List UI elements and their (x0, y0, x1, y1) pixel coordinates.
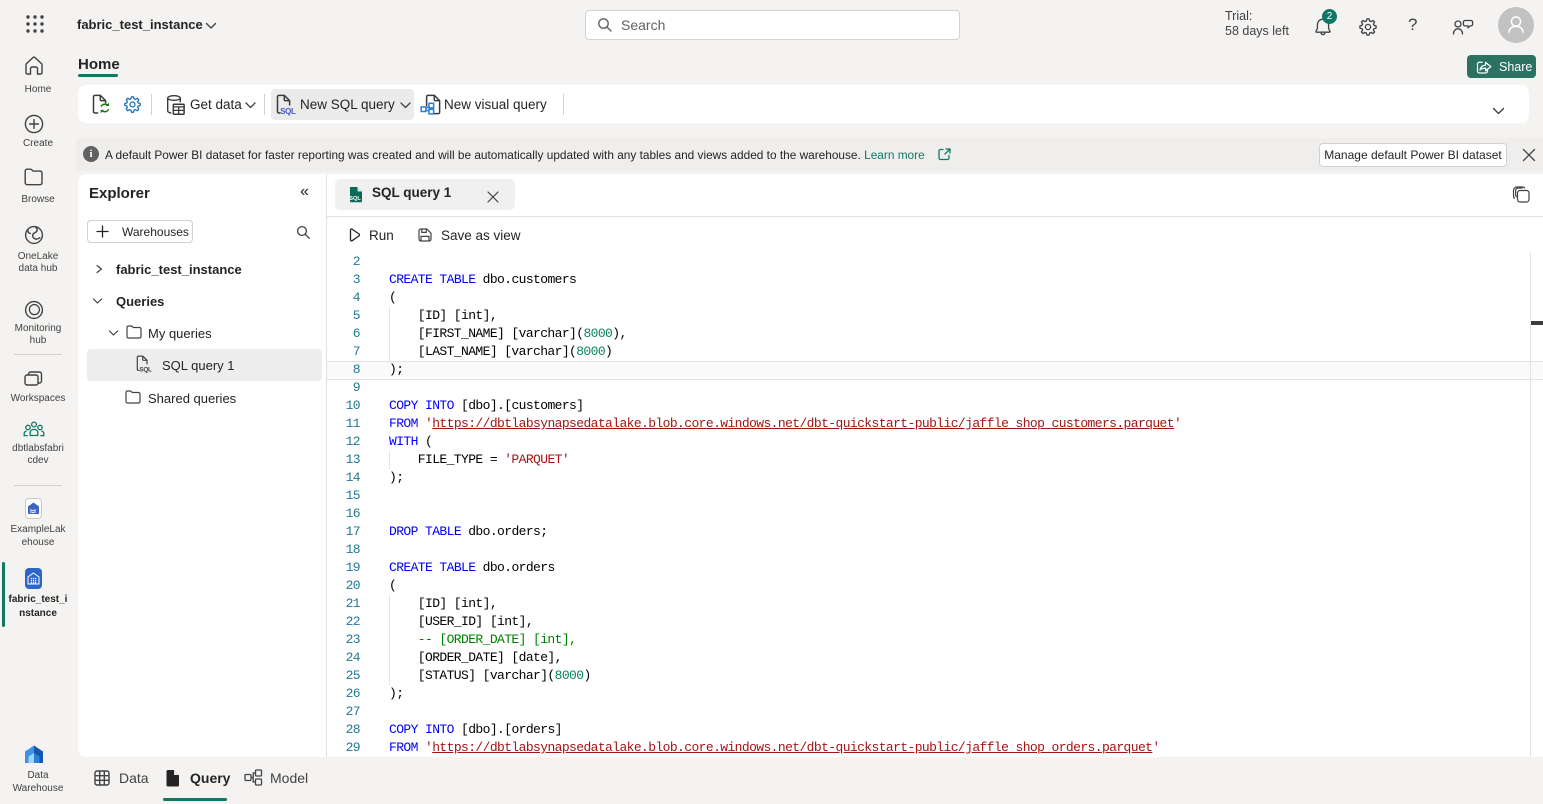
svg-text:SQL: SQL (349, 196, 361, 202)
svg-text:SQL: SQL (280, 107, 296, 116)
svg-text:SQL: SQL (139, 366, 152, 373)
